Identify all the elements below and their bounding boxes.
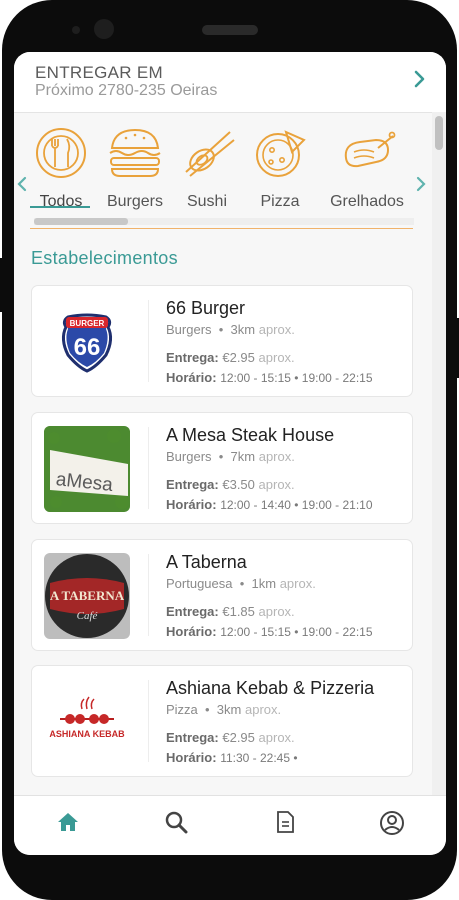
hours-line: Horário: 12:00 - 15:15 • 19:00 - 22:15 (166, 370, 373, 385)
opening-hours: 12:00 - 15:15 • 19:00 - 22:15 (220, 371, 373, 385)
distance-note: aprox. (258, 449, 295, 464)
hours-line: Horário: 11:30 - 22:45 • (166, 750, 298, 765)
burger-icon (109, 128, 161, 177)
delivery-address: Próximo 2780-235 Oeiras (35, 82, 218, 99)
section-title: Estabelecimentos (31, 248, 178, 268)
restaurant-distance: 3km (230, 322, 256, 337)
card-divider (148, 680, 149, 762)
pizza-icon (256, 130, 306, 177)
delivery-title: ENTREGAR EM (35, 63, 163, 82)
phone-frame: ENTREGAR EM Próximo 2780-235 Oeiras Todo… (0, 0, 459, 900)
restaurant-card[interactable]: ASHIANA KEBAB Ashiana Kebab & Pizzeria P… (31, 665, 413, 777)
category-divider (30, 228, 413, 229)
category-label: Grelhados (330, 193, 404, 210)
card-divider (148, 554, 149, 636)
delivery-label: Entrega: (166, 477, 219, 492)
app-screen: ENTREGAR EM Próximo 2780-235 Oeiras Todo… (14, 52, 446, 855)
opening-hours: 11:30 - 22:45 • (220, 751, 298, 765)
delivery-address-bar[interactable]: ENTREGAR EM Próximo 2780-235 Oeiras (14, 52, 446, 113)
chevron-right-icon[interactable] (415, 176, 427, 192)
category-grelhados[interactable]: Grelhados (310, 116, 424, 216)
restaurant-meta: Burgers • 7km aprox. (166, 449, 295, 464)
restaurant-category: Pizza (166, 702, 198, 717)
restaurant-distance: 1km (251, 576, 277, 591)
restaurant-card[interactable]: aMesa A Mesa Steak House Burgers • 7km a… (31, 412, 413, 524)
hours-label: Horário: (166, 750, 217, 765)
logo-text: A TABERNA (50, 588, 125, 603)
hours-label: Horário: (166, 497, 217, 512)
delivery-fee: €3.50 (222, 477, 255, 492)
logo-number: 66 (74, 334, 101, 361)
delivery-line: Entrega: €1.85 aprox. (166, 604, 295, 619)
phone-side-button (0, 258, 4, 312)
distance-note: aprox. (258, 322, 295, 337)
delivery-note: aprox. (258, 730, 295, 745)
front-camera (94, 19, 114, 39)
hours-label: Horário: (166, 370, 217, 385)
logo-subtext: Café (77, 610, 99, 622)
logo-shield-text: BURGER (70, 319, 105, 328)
delivery-label: Entrega: (166, 730, 219, 745)
delivery-line: Entrega: €3.50 aprox. (166, 477, 295, 492)
orders-icon[interactable] (273, 810, 297, 834)
sushi-icon (185, 131, 235, 177)
opening-hours: 12:00 - 15:15 • 19:00 - 22:15 (220, 625, 373, 639)
distance-note: aprox. (244, 702, 282, 717)
restaurant-distance: 3km (216, 702, 242, 717)
hours-line: Horário: 12:00 - 15:15 • 19:00 - 22:15 (166, 624, 373, 639)
restaurant-logo-a-mesa: aMesa (44, 426, 130, 512)
page-scrollbar[interactable] (432, 112, 446, 795)
account-icon[interactable] (379, 810, 405, 836)
card-divider (148, 300, 149, 382)
restaurant-logo-a-taberna: A TABERNA Café (44, 553, 130, 639)
phone-side-button (455, 318, 459, 378)
restaurant-category: Burgers (166, 322, 212, 337)
restaurant-logo-66-burger: BURGER 66 (44, 299, 130, 385)
restaurant-distance: 7km (230, 449, 256, 464)
front-sensor (72, 26, 80, 34)
restaurant-name: A Mesa Steak House (166, 425, 335, 445)
delivery-note: aprox. (258, 477, 295, 492)
restaurant-category: Portuguesa (166, 576, 233, 591)
hours-line: Horário: 12:00 - 14:40 • 19:00 - 21:10 (166, 497, 373, 512)
delivery-label: Entrega: (166, 604, 219, 619)
restaurant-meta: Burgers • 3km aprox. (166, 322, 295, 337)
cutlery-icon (36, 128, 86, 178)
delivery-fee: €2.95 (222, 730, 255, 745)
distance-note: aprox. (279, 576, 316, 591)
restaurant-name: 66 Burger (166, 298, 246, 318)
delivery-note: aprox. (258, 350, 295, 365)
chevron-right-icon (414, 70, 425, 88)
category-scrollbar[interactable] (34, 218, 414, 225)
restaurant-meta: Portuguesa • 1km aprox. (166, 576, 316, 591)
active-category-indicator (30, 206, 90, 208)
category-bar: Todos Burgers Sushi Pizza Grelhados (14, 116, 446, 229)
delivery-line: Entrega: €2.95 aprox. (166, 730, 295, 745)
restaurant-card[interactable]: A TABERNA Café A Taberna Portuguesa • 1k… (31, 539, 413, 651)
restaurant-name: A Taberna (166, 552, 247, 572)
scrollbar-thumb[interactable] (435, 116, 443, 150)
search-icon[interactable] (164, 810, 188, 834)
restaurant-category: Burgers (166, 449, 212, 464)
restaurant-meta: Pizza • 3km aprox. (166, 702, 282, 717)
phone-speaker (202, 25, 258, 35)
hours-label: Horário: (166, 624, 217, 639)
delivery-fee: €2.95 (222, 350, 255, 365)
bottom-navigation (14, 795, 446, 855)
scrollbar-thumb[interactable] (34, 218, 128, 225)
delivery-line: Entrega: €2.95 aprox. (166, 350, 295, 365)
restaurant-logo-ashiana: ASHIANA KEBAB (44, 679, 130, 765)
delivery-note: aprox. (258, 604, 295, 619)
delivery-fee: €1.85 (222, 604, 255, 619)
delivery-label: Entrega: (166, 350, 219, 365)
home-icon[interactable] (56, 810, 80, 834)
card-divider (148, 427, 149, 509)
restaurant-card[interactable]: BURGER 66 66 Burger Burgers • 3km aprox.… (31, 285, 413, 397)
restaurant-name: Ashiana Kebab & Pizzeria (166, 678, 375, 698)
steak-icon (344, 131, 396, 168)
opening-hours: 12:00 - 14:40 • 19:00 - 21:10 (220, 498, 373, 512)
logo-text: ASHIANA KEBAB (49, 729, 125, 739)
chevron-left-icon[interactable] (16, 176, 28, 192)
